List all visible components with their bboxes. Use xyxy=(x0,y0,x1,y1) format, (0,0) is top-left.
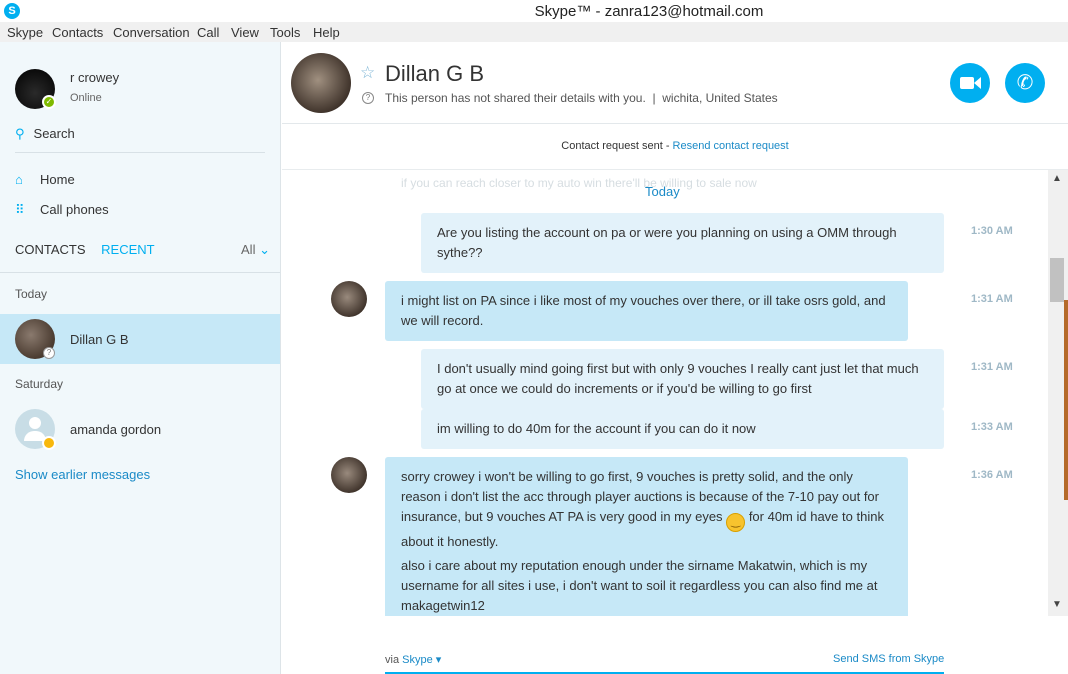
menu-call[interactable]: Call xyxy=(197,25,219,40)
search-icon: ⚲ xyxy=(15,126,25,141)
recent-item-amanda[interactable]: amanda gordon xyxy=(0,404,280,454)
video-call-button[interactable] xyxy=(950,63,990,103)
favorite-star-icon[interactable]: ☆ xyxy=(360,63,375,83)
nav-home[interactable]: ⌂ Home xyxy=(15,172,75,187)
smile-emoji-icon: ‿ xyxy=(726,513,746,532)
menu-bar: Skype Contacts Conversation Call View To… xyxy=(0,22,1068,42)
message-text: im willing to do 40m for the account if … xyxy=(437,421,756,436)
phone-icon: ✆ xyxy=(1016,72,1034,94)
message-text: sorry crowey i won't be willing to go fi… xyxy=(401,467,892,552)
scroll-thumb[interactable] xyxy=(1050,258,1064,302)
menu-tools[interactable]: Tools xyxy=(270,25,300,40)
group-label-today: Today xyxy=(15,287,48,301)
menu-help[interactable]: Help xyxy=(313,25,340,40)
divider xyxy=(0,272,280,273)
group-label-saturday: Saturday xyxy=(15,377,64,391)
recent-item-name: Dillan G B xyxy=(70,332,129,347)
faded-message-text: if you can reach closer to my auto win t… xyxy=(401,176,757,190)
sidebar: ✓ r crowey Online ⚲ Search ⌂ Home ⠿ Call ph… xyxy=(0,42,281,674)
message-bubble-outgoing[interactable]: I don't usually mind going first but wit… xyxy=(421,349,944,409)
conversation-pane: if you can reach closer to my auto win t… xyxy=(282,170,1050,616)
window-title: Skype™ - zanra123@hotmail.com xyxy=(534,3,764,20)
message-timestamp: 1:36 AM xyxy=(971,469,1013,481)
chevron-down-icon: ⌄ xyxy=(259,242,270,257)
message-timestamp: 1:31 AM xyxy=(971,293,1013,305)
conversation-header: ☆ Dillan G B ? This person has not share… xyxy=(282,42,1068,124)
message-text: also i care about my reputation enough u… xyxy=(401,558,878,613)
message-timestamp: 1:30 AM xyxy=(971,225,1013,237)
tab-contacts[interactable]: CONTACTS xyxy=(15,242,86,257)
request-status-text: Contact request sent - xyxy=(561,140,673,152)
background-window-edge xyxy=(1064,300,1068,500)
home-icon: ⌂ xyxy=(15,172,23,187)
date-divider: Today xyxy=(645,184,680,199)
my-status[interactable]: Online xyxy=(70,92,102,104)
contact-details-note: This person has not shared their details… xyxy=(385,91,646,105)
my-name[interactable]: r crowey xyxy=(70,70,119,85)
show-earlier-messages-link[interactable]: Show earlier messages xyxy=(15,467,150,482)
nav-call-phones-label: Call phones xyxy=(40,202,109,217)
dropdown-arrow-icon: ▾ xyxy=(435,654,442,666)
audio-call-button[interactable]: ✆ xyxy=(1005,63,1045,103)
scroll-down-icon[interactable]: ▼ xyxy=(1052,599,1062,610)
contact-avatar[interactable] xyxy=(291,53,351,113)
message-bubble-incoming[interactable]: i might list on PA since i like most of … xyxy=(385,281,908,341)
menu-conversation[interactable]: Conversation xyxy=(113,25,190,40)
message-bubble-incoming[interactable]: sorry crowey i won't be willing to go fi… xyxy=(385,457,908,616)
menu-contacts[interactable]: Contacts xyxy=(52,25,103,40)
divider xyxy=(15,152,265,153)
nav-home-label: Home xyxy=(40,172,75,187)
search-button[interactable]: ⚲ Search xyxy=(15,126,75,142)
message-timestamp: 1:33 AM xyxy=(971,421,1013,433)
contact-name[interactable]: Dillan G B xyxy=(385,61,484,87)
composer-area: via Skype ▾ Send SMS from Skype xyxy=(282,616,1068,674)
via-value: Skype xyxy=(402,654,433,666)
menu-skype[interactable]: Skype xyxy=(7,25,43,40)
message-timestamp: 1:31 AM xyxy=(971,361,1013,373)
recent-item-name: amanda gordon xyxy=(70,422,162,437)
filter-label: All xyxy=(241,242,256,257)
message-bubble-outgoing[interactable]: Are you listing the account on pa or wer… xyxy=(421,213,944,273)
contact-tabs: CONTACTS RECENT All ⌄ xyxy=(15,242,270,257)
info-icon: ? xyxy=(362,92,374,104)
resend-request-link[interactable]: Resend contact request xyxy=(673,140,789,152)
unknown-status-icon: ? xyxy=(43,347,55,359)
contact-location: wichita, United States xyxy=(662,91,778,105)
scroll-up-icon[interactable]: ▲ xyxy=(1052,173,1062,184)
recent-item-dillan[interactable]: ? Dillan G B xyxy=(0,314,280,364)
title-bar: S Skype™ - zanra123@hotmail.com xyxy=(0,0,1068,22)
sender-avatar[interactable] xyxy=(331,457,367,493)
tab-recent[interactable]: RECENT xyxy=(101,242,154,257)
contact-details: This person has not shared their details… xyxy=(385,91,778,105)
filter-dropdown[interactable]: All ⌄ xyxy=(241,242,270,258)
nav-call-phones[interactable]: ⠿ Call phones xyxy=(15,202,109,218)
sender-avatar[interactable] xyxy=(331,281,367,317)
online-status-icon: ✓ xyxy=(42,95,56,109)
search-label: Search xyxy=(33,126,75,141)
menu-view[interactable]: View xyxy=(231,25,259,40)
via-label: via xyxy=(385,654,400,666)
message-text: i might list on PA since i like most of … xyxy=(401,293,886,328)
contact-request-bar: Contact request sent - Resend contact re… xyxy=(282,124,1068,170)
message-bubble-outgoing[interactable]: im willing to do 40m for the account if … xyxy=(421,409,944,449)
message-text: I don't usually mind going first but wit… xyxy=(437,361,919,396)
dialpad-icon: ⠿ xyxy=(15,202,25,217)
message-text: Are you listing the account on pa or wer… xyxy=(437,225,897,260)
send-via-selector[interactable]: via Skype ▾ xyxy=(385,653,441,666)
pending-status-icon xyxy=(42,436,56,450)
send-sms-link[interactable]: Send SMS from Skype xyxy=(833,653,944,665)
